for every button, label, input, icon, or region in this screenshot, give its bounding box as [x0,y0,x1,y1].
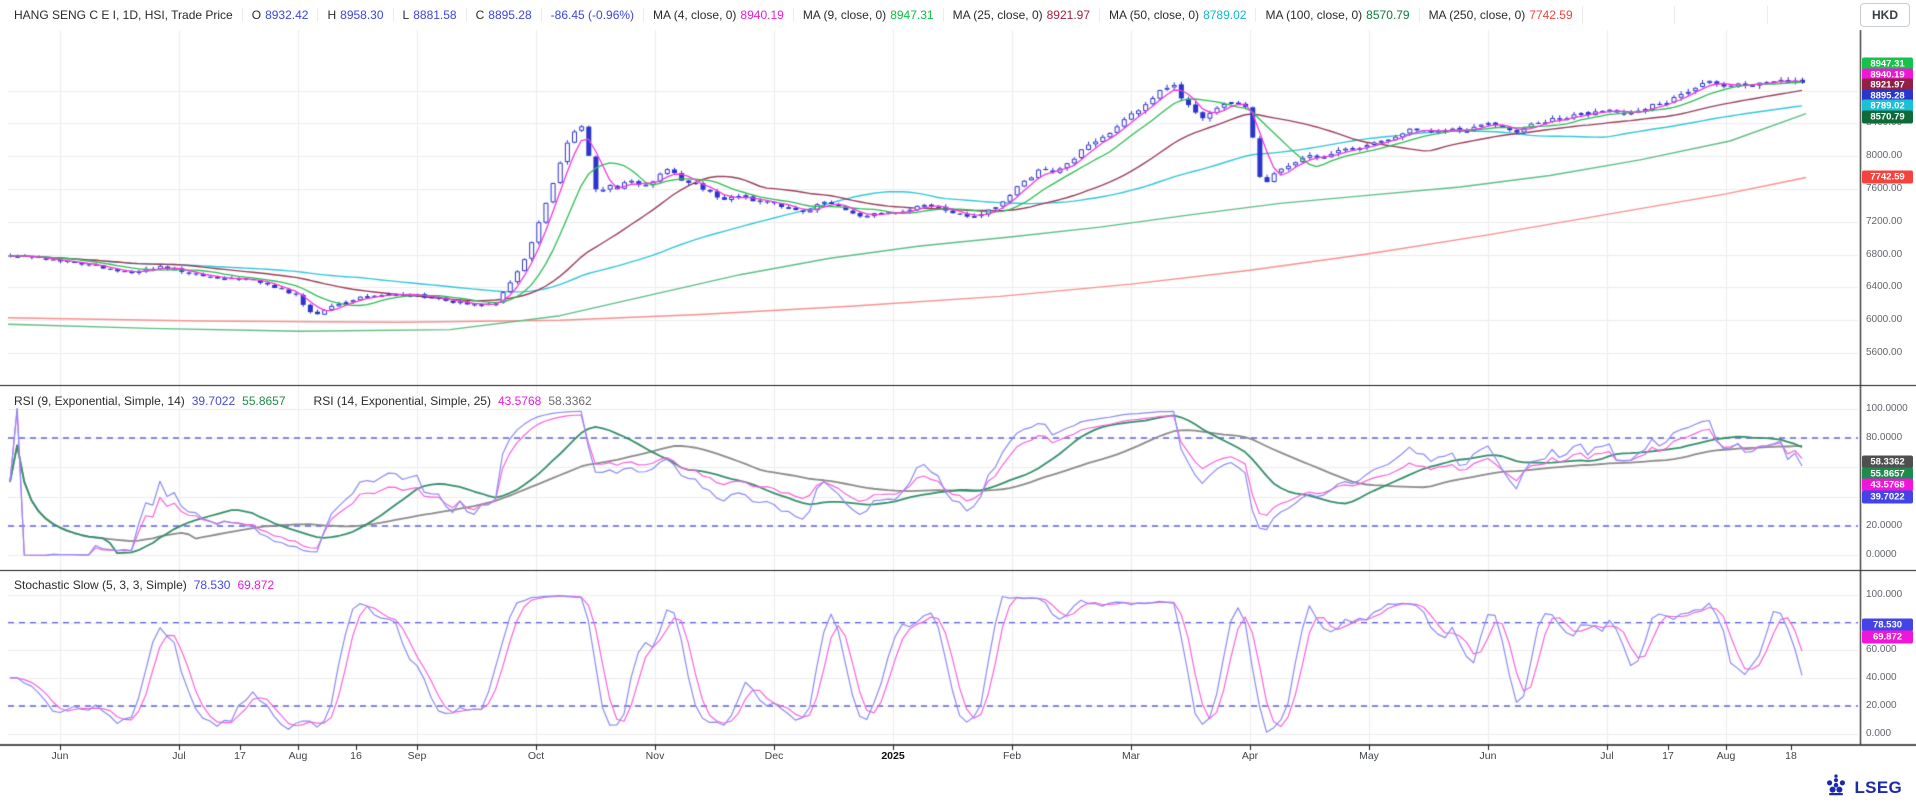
ma100-legend: MA (100, close, 0) 8570.79 [1255,8,1418,22]
rsi9-avg-value: 55.8657 [242,394,285,408]
ma4-legend: MA (4, close, 0) 8940.19 [643,8,793,22]
currency-selector[interactable]: HKD [1860,3,1910,27]
close-value: C 8895.28 [466,8,541,22]
chart-window: 8400.008000.007600.007200.006800.006400.… [0,0,1916,803]
rsi14-label: RSI (14, Exponential, Simple, 25) [314,394,491,408]
change-value: -86.45 (-0.96%) [541,8,643,22]
lseg-crest-icon [1823,773,1849,802]
rsi9-label: RSI (9, Exponential, Simple, 14) [14,394,185,408]
rsi9-value: 39.7022 [192,394,235,408]
lseg-logo: LSEG [1823,773,1903,802]
ma9-legend: MA (9, close, 0) 8947.31 [793,8,943,22]
ma50-legend: MA (50, close, 0) 8789.02 [1099,8,1255,22]
chart-header: HANG SENG C E I, 1D, HSI, Trade Price O … [0,0,1916,30]
rsi14-avg-value: 58.3362 [548,394,591,408]
high-value: H 8958.30 [317,8,392,22]
header-spacer [1767,6,1860,24]
low-value: L 8881.58 [393,8,466,22]
ma250-legend: MA (250, close, 0) 7742.59 [1419,8,1582,22]
instrument-title: HANG SENG C E I, 1D, HSI, Trade Price [14,8,242,22]
stoch-panel-header: Stochastic Slow (5, 3, 3, Simple) 78.530… [14,578,274,592]
open-value: O 8932.42 [242,8,318,22]
stoch-d-value: 69.872 [237,578,274,592]
rsi14-value: 43.5768 [498,394,541,408]
stoch-label: Stochastic Slow (5, 3, 3, Simple) [14,578,187,592]
header-spacer [1582,6,1675,24]
bottom-bar: LSEG [0,769,1916,803]
header-spacer [1674,6,1767,24]
stoch-k-value: 78.530 [194,578,231,592]
rsi-panel-header: RSI (9, Exponential, Simple, 14) 39.7022… [14,394,592,408]
ma25-legend: MA (25, close, 0) 8921.97 [943,8,1099,22]
lseg-logo-text: LSEG [1855,778,1903,798]
